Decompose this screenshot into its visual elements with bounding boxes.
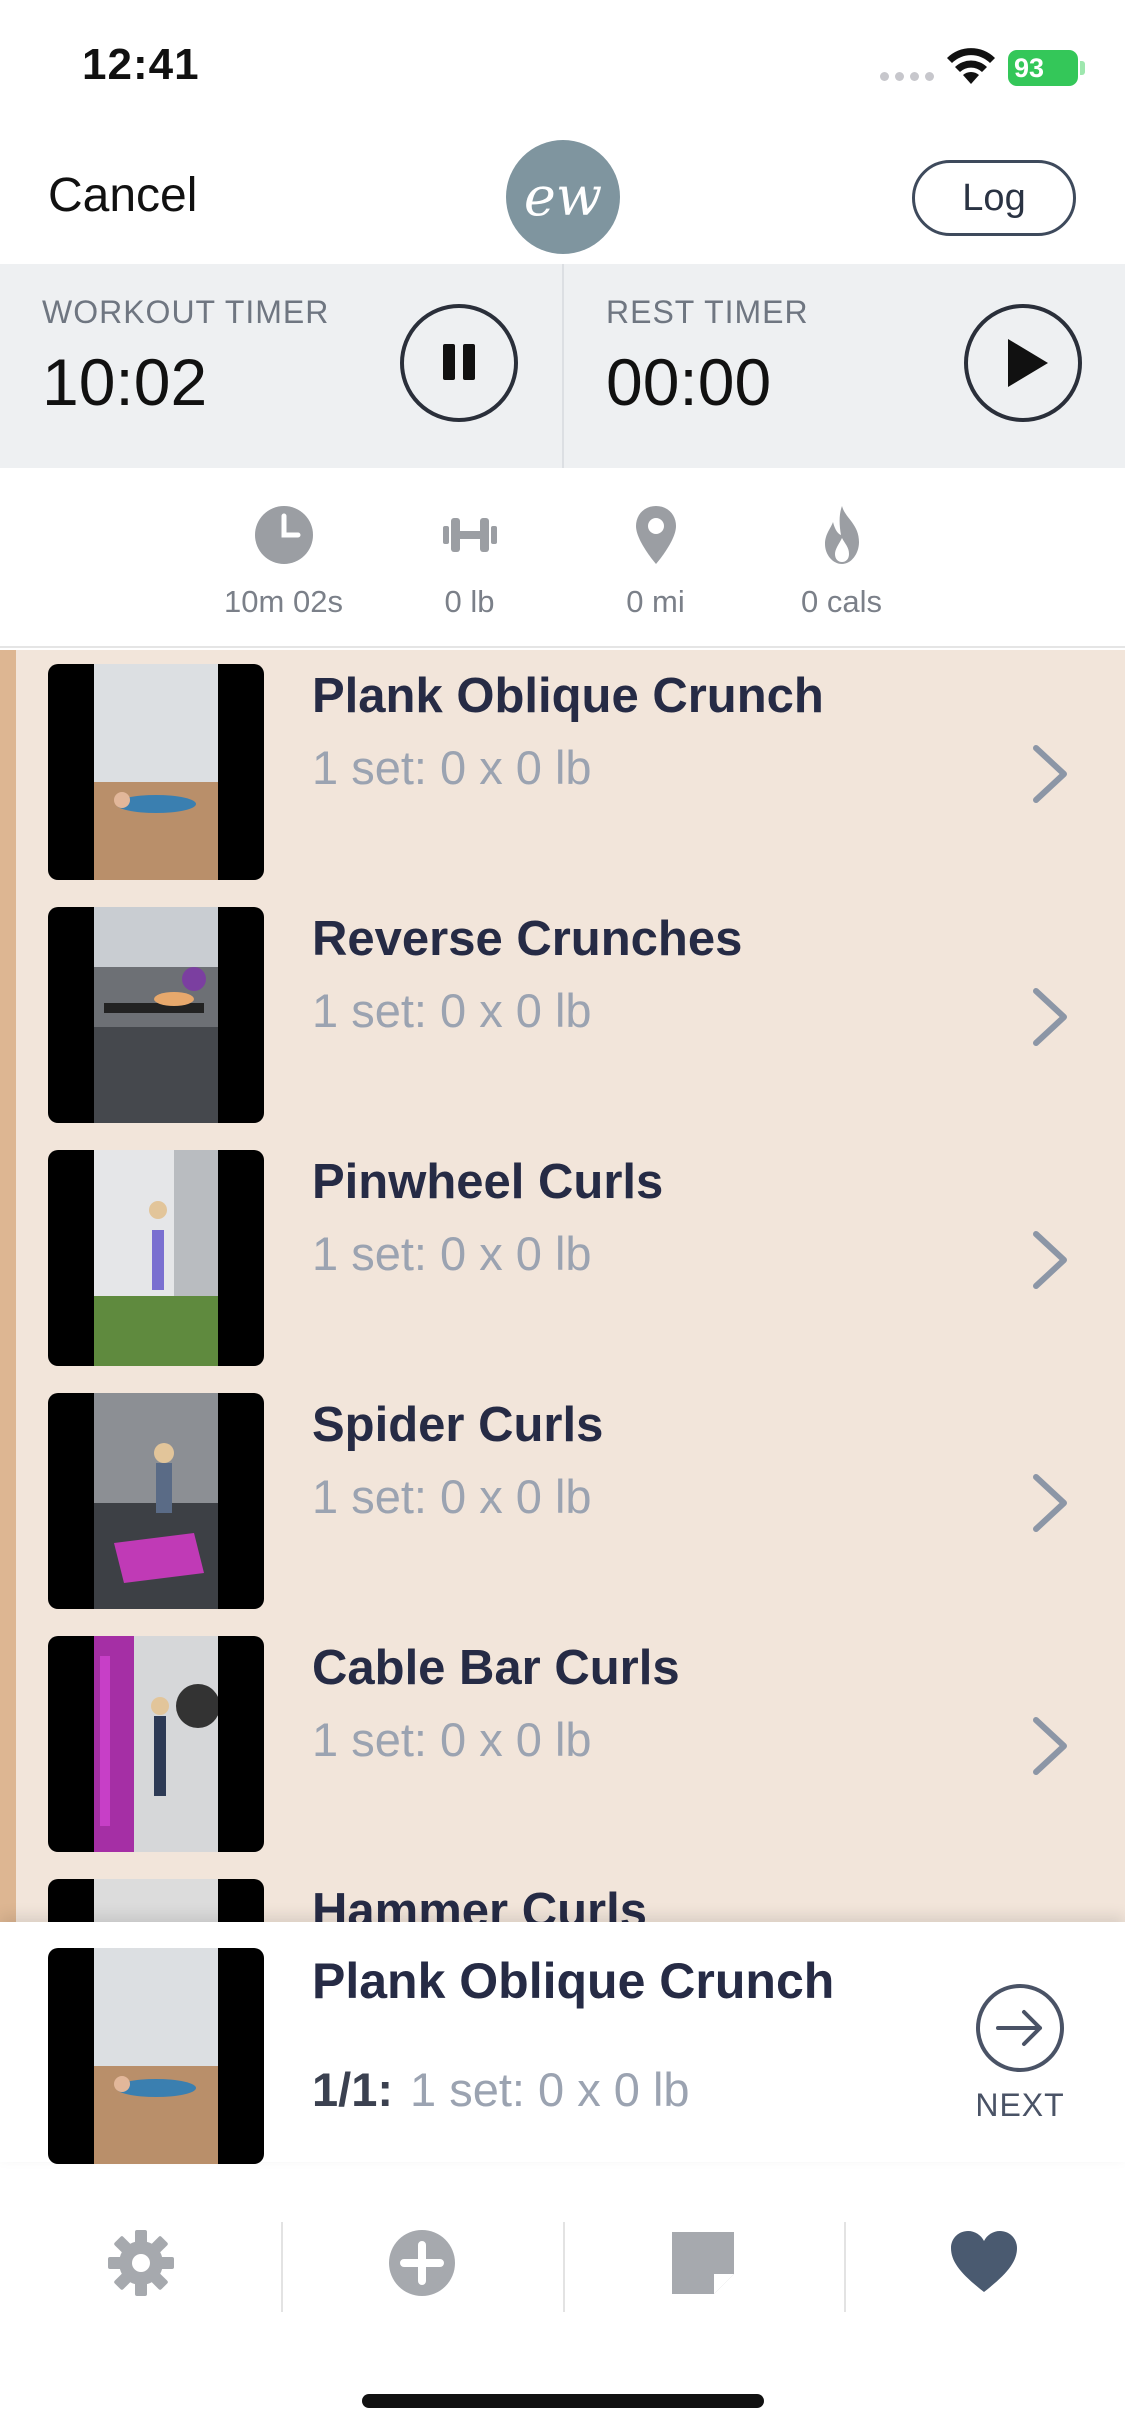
exercise-thumbnail bbox=[48, 1393, 264, 1609]
exercise-row[interactable]: Cable Bar Curls 1 set: 0 x 0 lb bbox=[0, 1622, 1125, 1865]
chevron-right-icon bbox=[1033, 1717, 1067, 1775]
stat-weight: 0 lb bbox=[377, 468, 563, 646]
stat-calories-value: 0 cals bbox=[801, 584, 882, 619]
exercise-thumbnail bbox=[48, 907, 264, 1123]
chevron-right-icon bbox=[1033, 1231, 1067, 1289]
rest-timer: REST TIMER 00:00 bbox=[562, 264, 1125, 468]
exercise-row[interactable]: Hammer Curls bbox=[0, 1865, 1125, 1922]
exercise-name: Cable Bar Curls bbox=[312, 1641, 680, 1695]
exercise-name: Pinwheel Curls bbox=[312, 1155, 664, 1209]
pause-icon bbox=[439, 343, 479, 383]
flame-icon bbox=[824, 506, 859, 564]
exercise-row[interactable]: Pinwheel Curls 1 set: 0 x 0 lb bbox=[0, 1136, 1125, 1379]
header: Cancel ew Log bbox=[0, 132, 1125, 264]
current-exercise-summary: 1 set: 0 x 0 lb bbox=[410, 2063, 690, 2116]
workout-timer-label: WORKOUT TIMER bbox=[42, 294, 330, 330]
battery-cap bbox=[1080, 61, 1085, 75]
dumbbell-icon bbox=[442, 518, 497, 552]
chevron-right-icon bbox=[1033, 1474, 1067, 1532]
exercise-row[interactable]: Reverse Crunches 1 set: 0 x 0 lb bbox=[0, 893, 1125, 1136]
tab-favorites[interactable] bbox=[843, 2166, 1125, 2366]
clock-icon bbox=[254, 506, 313, 564]
home-indicator bbox=[362, 2394, 764, 2408]
stat-duration: 10m 02s bbox=[191, 468, 377, 646]
workout-timer-value: 10:02 bbox=[42, 345, 208, 419]
gear-icon bbox=[107, 2230, 174, 2296]
current-exercise-count: 1/1: bbox=[312, 2063, 393, 2116]
exercise-name: Plank Oblique Crunch bbox=[312, 669, 824, 723]
wifi-icon bbox=[947, 48, 995, 84]
exercise-summary: 1 set: 0 x 0 lb bbox=[312, 1713, 592, 1766]
timers-panel: WORKOUT TIMER 10:02 REST TIMER 00:00 bbox=[0, 264, 1125, 468]
tab-notes[interactable] bbox=[562, 2166, 844, 2366]
exercise-thumbnail bbox=[48, 664, 264, 880]
battery-icon: 93 bbox=[1008, 50, 1078, 86]
exercise-thumbnail bbox=[48, 1879, 264, 1922]
workout-stats: 10m 02s 0 lb 0 mi 0 cals bbox=[0, 468, 1125, 648]
exercise-name: Spider Curls bbox=[312, 1398, 604, 1452]
tab-settings[interactable] bbox=[0, 2166, 281, 2366]
current-exercise-panel: Plank Oblique Crunch 1/1: 1 set: 0 x 0 l… bbox=[0, 1922, 1125, 2164]
stat-weight-value: 0 lb bbox=[444, 584, 495, 619]
exercise-row[interactable]: Spider Curls 1 set: 0 x 0 lb bbox=[0, 1379, 1125, 1622]
log-button[interactable]: Log bbox=[912, 160, 1076, 236]
exercise-summary: 1 set: 0 x 0 lb bbox=[312, 984, 592, 1037]
workout-timer: WORKOUT TIMER 10:02 bbox=[0, 264, 562, 468]
brand-logo: ew bbox=[506, 140, 620, 254]
location-pin-icon bbox=[635, 506, 676, 564]
chevron-right-icon bbox=[1033, 988, 1067, 1046]
stat-calories: 0 cals bbox=[749, 468, 935, 646]
stat-distance-value: 0 mi bbox=[626, 584, 685, 619]
chevron-right-icon bbox=[1033, 745, 1067, 803]
current-exercise-thumbnail bbox=[48, 1948, 264, 2164]
exercise-summary: 1 set: 0 x 0 lb bbox=[312, 1470, 592, 1523]
cellular-signal-icon bbox=[880, 72, 934, 81]
play-icon bbox=[1008, 339, 1048, 387]
next-exercise-button[interactable]: NEXT bbox=[968, 1982, 1072, 2123]
status-bar: 12:41 93 bbox=[0, 0, 1125, 132]
exercise-list[interactable]: Plank Oblique Crunch 1 set: 0 x 0 lb Rev… bbox=[0, 650, 1125, 1922]
exercise-thumbnail bbox=[48, 1636, 264, 1852]
exercise-row[interactable]: Plank Oblique Crunch 1 set: 0 x 0 lb bbox=[0, 650, 1125, 893]
note-icon bbox=[672, 2232, 735, 2294]
rest-play-button[interactable] bbox=[964, 304, 1082, 422]
exercise-summary: 1 set: 0 x 0 lb bbox=[312, 741, 592, 794]
plus-circle-icon bbox=[388, 2230, 455, 2296]
exercise-summary: 1 set: 0 x 0 lb bbox=[312, 1227, 592, 1280]
stat-distance: 0 mi bbox=[563, 468, 749, 646]
tab-add[interactable] bbox=[281, 2166, 562, 2366]
exercise-thumbnail bbox=[48, 1150, 264, 1366]
rest-timer-value: 00:00 bbox=[606, 345, 772, 419]
cancel-button[interactable]: Cancel bbox=[48, 168, 197, 223]
exercise-name: Hammer Curls bbox=[312, 1884, 647, 1922]
rest-timer-label: REST TIMER bbox=[606, 294, 809, 330]
bottom-tab-bar bbox=[0, 2166, 1125, 2366]
stat-duration-value: 10m 02s bbox=[224, 584, 343, 619]
exercise-name: Reverse Crunches bbox=[312, 912, 743, 966]
workout-pause-button[interactable] bbox=[400, 304, 518, 422]
current-exercise-name: Plank Oblique Crunch bbox=[312, 1953, 835, 2009]
status-time: 12:41 bbox=[82, 40, 200, 89]
arrow-right-circle-icon bbox=[976, 1984, 1064, 2072]
next-label: NEXT bbox=[975, 2087, 1065, 2123]
heart-icon bbox=[951, 2231, 1018, 2292]
